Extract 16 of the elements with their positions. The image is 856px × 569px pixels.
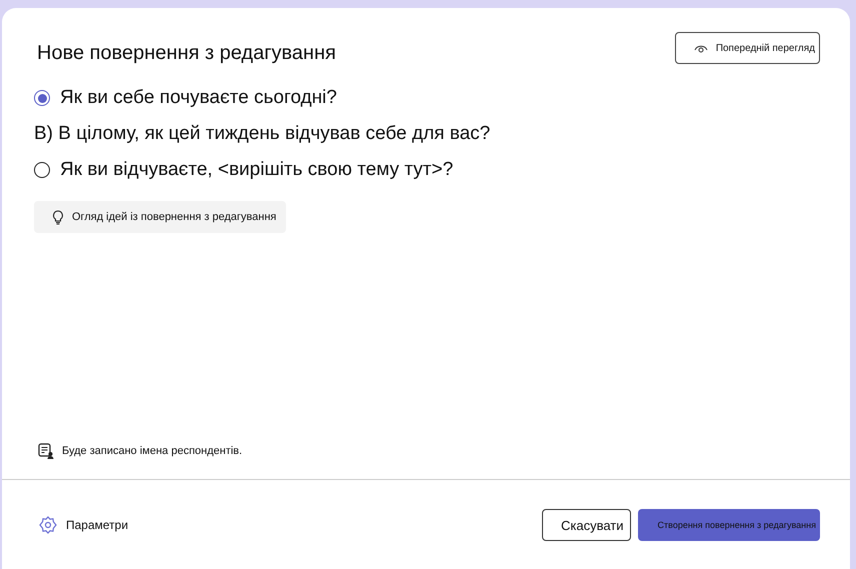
settings-icon bbox=[38, 515, 58, 535]
ideas-button[interactable]: Огляд ідей із повернення з редагування bbox=[34, 201, 286, 233]
eye-icon bbox=[694, 43, 708, 53]
cancel-button[interactable]: Скасувати bbox=[542, 509, 631, 541]
radio-button[interactable] bbox=[34, 162, 50, 178]
lightbulb-icon bbox=[52, 210, 64, 224]
create-button[interactable]: Створення повернення з редагування bbox=[638, 509, 820, 541]
list-person-icon bbox=[38, 443, 54, 459]
radio-button[interactable] bbox=[34, 90, 50, 106]
respondent-note: Буде записано імена респондентів. bbox=[62, 445, 242, 457]
preview-button[interactable]: Попередній перегляд bbox=[674, 32, 820, 64]
option-label: Як ви відчуваєте, <вирішіть свою тему тут>? bbox=[60, 159, 454, 181]
dialog-title: Нове повернення з редагування bbox=[37, 42, 336, 65]
settings-button[interactable]: Параметри bbox=[38, 515, 128, 535]
option-label: Як ви себе почуваєте сьогодні? bbox=[60, 87, 337, 109]
question-text: В) В цілому, як цей тиждень відчував себе для вас? bbox=[34, 123, 490, 145]
